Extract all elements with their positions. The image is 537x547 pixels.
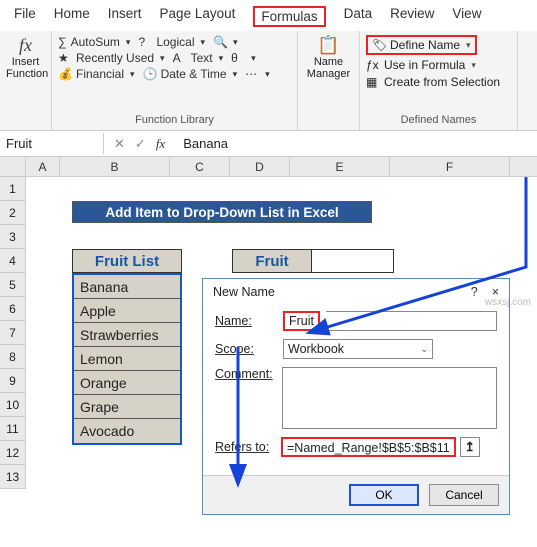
name-box[interactable]: Fruit [0, 133, 104, 154]
more-icon: ⋯ [245, 67, 259, 81]
row-1[interactable]: 1 [0, 177, 26, 201]
row-9[interactable]: 9 [0, 369, 26, 393]
row-11[interactable]: 11 [0, 417, 26, 441]
name-input-ext[interactable] [326, 311, 497, 331]
tab-review[interactable]: Review [390, 6, 434, 27]
fx-bar-icon[interactable]: fx [156, 136, 165, 152]
th-fruit: Fruit [232, 249, 312, 273]
row-6[interactable]: 6 [0, 297, 26, 321]
row-7[interactable]: 7 [0, 321, 26, 345]
recent-button[interactable]: ★Recently Used▾ [58, 51, 165, 65]
dialog-help[interactable]: ? [471, 285, 478, 299]
list-item[interactable]: Lemon [74, 347, 180, 371]
th-fruitlist: Fruit List [72, 249, 182, 273]
col-E[interactable]: E [290, 157, 390, 176]
chevron-down-icon: ⌄ [420, 344, 428, 355]
row-4[interactable]: 4 [0, 249, 26, 273]
col-D[interactable]: D [230, 157, 290, 176]
row-13[interactable]: 13 [0, 465, 26, 489]
new-name-dialog: New Name ? × Name: Fruit Scope: [202, 278, 510, 515]
col-B[interactable]: B [60, 157, 170, 176]
row-8[interactable]: 8 [0, 345, 26, 369]
name-label: Name: [215, 314, 277, 328]
dn-label: Defined Names [366, 111, 511, 126]
list-item[interactable]: Grape [74, 395, 180, 419]
text-button[interactable]: AText▾ [173, 51, 224, 65]
flib-label: Function Library [58, 111, 291, 126]
logical-icon: ? [138, 35, 152, 49]
col-C[interactable]: C [170, 157, 230, 176]
name-manager-icon: 📋 [304, 35, 353, 56]
tab-layout[interactable]: Page Layout [160, 6, 236, 27]
tab-data[interactable]: Data [344, 6, 373, 27]
tab-view[interactable]: View [452, 6, 481, 27]
row-10[interactable]: 10 [0, 393, 26, 417]
range-picker-icon[interactable]: ↥ [460, 437, 480, 457]
name-manager-button[interactable]: 📋 NameManager [298, 31, 360, 130]
tab-file[interactable]: File [14, 6, 36, 27]
list-item[interactable]: Avocado [74, 419, 180, 443]
tag-icon: 🏷 [372, 38, 386, 52]
refers-label: Refers to: [215, 440, 277, 454]
financial-icon: 💰 [58, 67, 72, 81]
cancel-icon[interactable]: ✕ [114, 136, 125, 152]
row-5[interactable]: 5 [0, 273, 26, 297]
tab-home[interactable]: Home [54, 6, 90, 27]
row-2[interactable]: 2 [0, 201, 26, 225]
list-item[interactable]: Strawberries [74, 323, 180, 347]
refers-input[interactable]: =Named_Range!$B$5:$B$11 [281, 437, 456, 457]
col-F[interactable]: F [390, 157, 510, 176]
date-button[interactable]: 🕒Date & Time▾ [143, 67, 238, 81]
enter-icon[interactable]: ✓ [135, 136, 146, 152]
row-3[interactable]: 3 [0, 225, 26, 249]
insert-fn-label: InsertFunction [6, 56, 45, 80]
math-icon: θ [231, 51, 245, 65]
recent-icon: ★ [58, 51, 72, 65]
watermark: wsxsj.com [485, 297, 531, 308]
select-all[interactable] [0, 157, 26, 176]
page-title: Add Item to Drop-Down List in Excel [72, 201, 372, 223]
comment-input[interactable] [282, 367, 497, 429]
list-item[interactable]: Banana [74, 275, 180, 299]
scope-label: Scope: [215, 342, 277, 356]
fruit-list-range[interactable]: BananaAppleStrawberriesLemonOrangeGrapeA… [72, 273, 182, 445]
text-icon: A [173, 51, 187, 65]
list-item[interactable]: Orange [74, 371, 180, 395]
use-formula-button[interactable]: ƒxUse in Formula▾ [366, 58, 511, 72]
ok-button[interactable]: OK [349, 484, 419, 506]
formula-bar[interactable]: Banana [175, 136, 228, 151]
date-icon: 🕒 [143, 67, 157, 81]
name-input[interactable]: Fruit [283, 311, 320, 331]
col-A[interactable]: A [26, 157, 60, 176]
lookup-button[interactable]: 🔍▾ [213, 35, 238, 49]
name-manager-label: NameManager [304, 56, 353, 80]
insert-function-button[interactable]: fx InsertFunction [0, 31, 52, 130]
cancel-button[interactable]: Cancel [429, 484, 499, 506]
math-button[interactable]: θ▾ [231, 51, 256, 65]
financial-button[interactable]: 💰Financial▾ [58, 67, 135, 81]
dialog-title: New Name [213, 285, 275, 299]
create-selection-button[interactable]: ▦Create from Selection [366, 75, 511, 89]
list-item[interactable]: Apple [74, 299, 180, 323]
scope-select[interactable]: Workbook ⌄ [283, 339, 433, 359]
function-library-group: ∑ AutoSum▾ ?Logical▾ 🔍▾ ★Recently Used▾ … [52, 31, 298, 130]
tab-formulas[interactable]: Formulas [253, 6, 325, 27]
tab-insert[interactable]: Insert [108, 6, 142, 27]
fruit-cell[interactable] [312, 249, 394, 273]
selection-icon: ▦ [366, 75, 380, 89]
scope-value: Workbook [288, 342, 344, 356]
fx-icon: fx [6, 35, 45, 56]
logical-button[interactable]: ?Logical▾ [138, 35, 205, 49]
lookup-icon: 🔍 [213, 35, 227, 49]
comment-label: Comment: [215, 367, 276, 381]
define-name-button[interactable]: 🏷Define Name▾ [366, 35, 477, 55]
row-12[interactable]: 12 [0, 441, 26, 465]
defined-names-group: 🏷Define Name▾ ƒxUse in Formula▾ ▦Create … [360, 31, 518, 130]
formula-icon: ƒx [366, 58, 380, 72]
more-button[interactable]: ⋯▾ [245, 67, 270, 81]
autosum-button[interactable]: ∑ AutoSum▾ [58, 35, 130, 49]
